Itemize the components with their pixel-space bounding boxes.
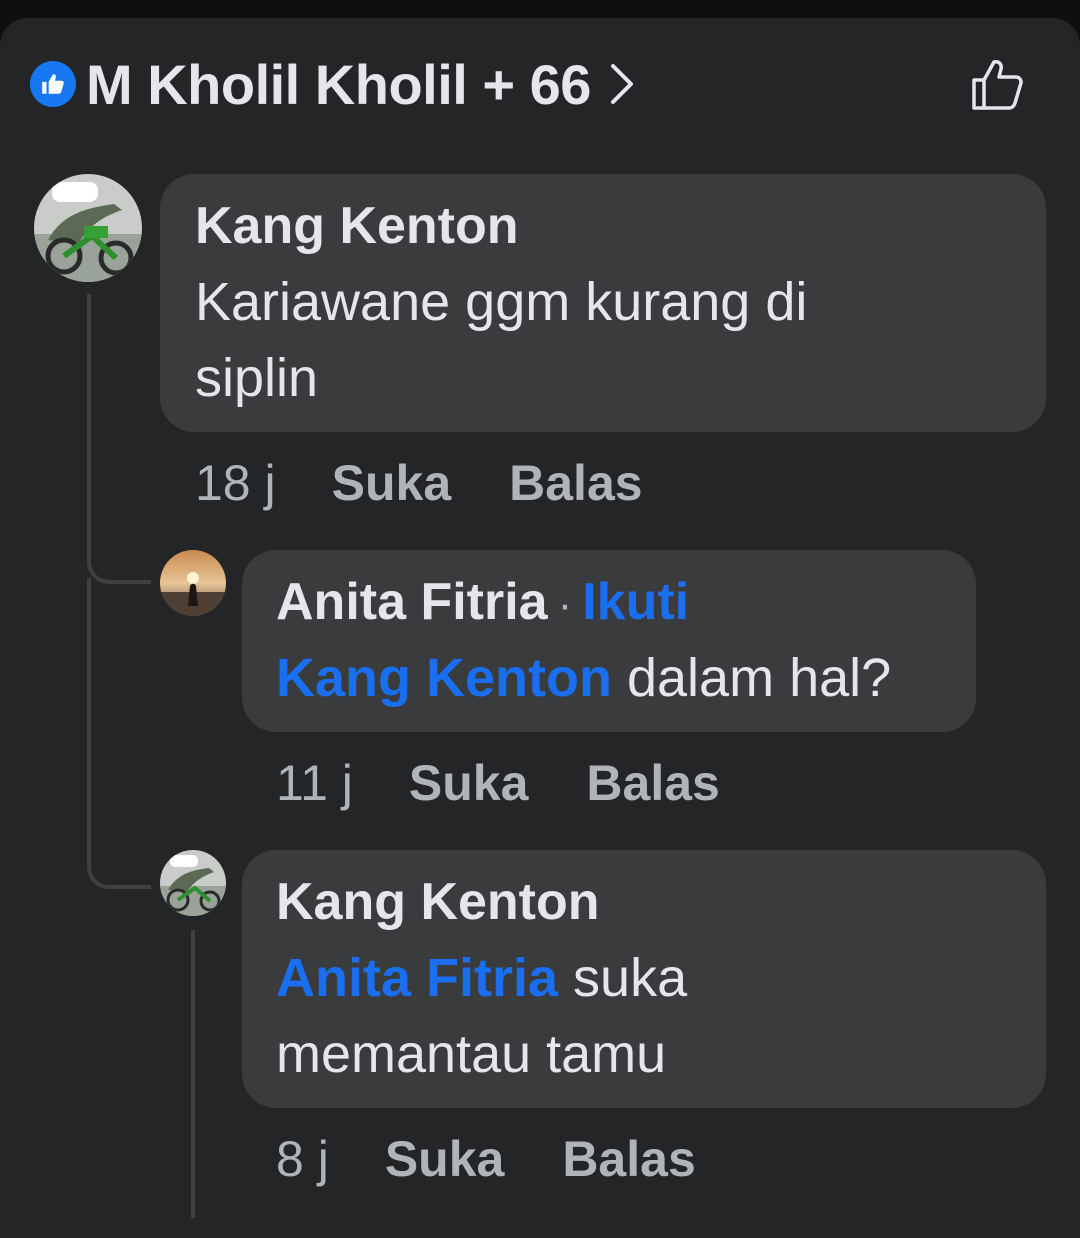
like-button[interactable]: Suka <box>332 454 452 512</box>
comment-time: 18 j <box>195 455 276 511</box>
thread-line <box>87 294 91 564</box>
comment-text-line: Kang Kenton dalam hal? <box>276 640 956 716</box>
thread-connector <box>87 540 151 584</box>
like-reaction-icon <box>30 61 76 107</box>
separator-dot: · <box>557 580 573 629</box>
mention-link[interactable]: Kang Kenton <box>276 648 612 708</box>
avatar[interactable] <box>160 550 226 616</box>
comment-actions: 11 j Suka Balas <box>276 754 778 812</box>
avatar[interactable] <box>34 174 142 282</box>
comment-text-block: Anita Fitria suka memantau tamu <box>276 940 746 1092</box>
chevron-right-icon <box>609 62 635 106</box>
comment-author-line: Anita Fitria · Ikuti <box>276 572 689 632</box>
avatar[interactable] <box>160 850 226 916</box>
comment-actions: 8 j Suka Balas <box>276 1130 754 1188</box>
like-button[interactable]: Suka <box>409 754 529 812</box>
reactions-header[interactable]: M Kholil Kholil + 66 <box>30 52 635 116</box>
reactors-summary: M Kholil Kholil + 66 <box>86 52 591 116</box>
comment-author[interactable]: Kang Kenton <box>195 196 519 256</box>
like-button[interactable]: Suka <box>385 1130 505 1188</box>
reply-button[interactable]: Balas <box>586 754 719 812</box>
thread-line <box>87 578 91 848</box>
thread-line <box>191 930 195 1218</box>
comment-author[interactable]: Anita Fitria <box>276 573 548 631</box>
comment-time: 11 j <box>276 755 353 811</box>
comment-author[interactable]: Kang Kenton <box>276 872 600 932</box>
thumbs-up-outline-icon[interactable] <box>970 56 1026 112</box>
comment-text: dalam hal? <box>611 648 892 708</box>
comment-actions: 18 j Suka Balas <box>195 454 701 512</box>
follow-button[interactable]: Ikuti <box>582 573 689 631</box>
thread-connector <box>87 845 151 889</box>
comment-text: Kariawane ggm kurang di siplin <box>195 272 808 408</box>
comment-time: 8 j <box>276 1131 329 1187</box>
reply-button[interactable]: Balas <box>509 454 642 512</box>
mention-link[interactable]: Anita Fitria <box>276 948 558 1008</box>
reply-button[interactable]: Balas <box>562 1130 695 1188</box>
